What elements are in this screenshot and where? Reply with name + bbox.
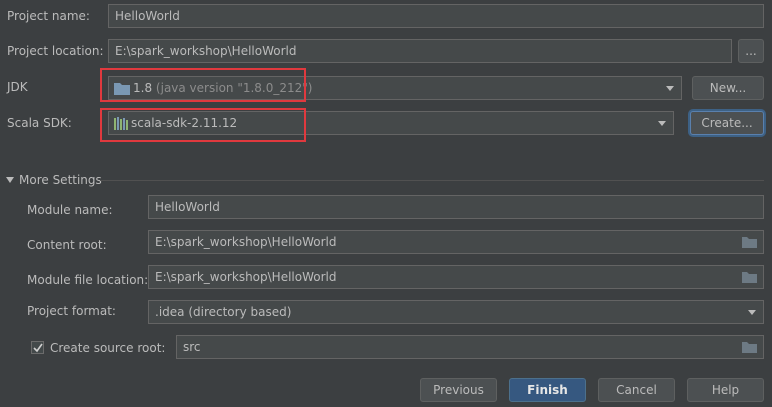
more-settings-divider [100, 180, 764, 181]
project-location-input[interactable]: E:\spark_workshop\HelloWorld [108, 39, 732, 63]
module-file-location-label: Module file location: [27, 273, 149, 287]
content-root-label: Content root: [27, 238, 107, 252]
source-root-value: src [183, 340, 201, 354]
finish-button[interactable]: Finish [509, 378, 586, 402]
checkmark-icon [33, 343, 43, 353]
module-name-label: Module name: [27, 203, 113, 217]
project-format-select[interactable]: .idea (directory based) [148, 300, 764, 324]
create-scala-sdk-button[interactable]: Create... [690, 111, 764, 135]
project-location-label: Project location: [7, 44, 104, 58]
help-button[interactable]: Help [687, 378, 764, 402]
project-format-label: Project format: [27, 304, 116, 318]
project-name-label: Project name: [7, 9, 90, 23]
create-source-root-label[interactable]: Create source root: [50, 340, 165, 356]
folder-browse-icon[interactable] [742, 237, 757, 248]
module-file-location-input[interactable]: E:\spark_workshop\HelloWorld [148, 265, 764, 289]
project-format-value: .idea (directory based) [155, 305, 292, 319]
scala-sdk-label: Scala SDK: [7, 116, 72, 130]
project-name-input[interactable]: HelloWorld [108, 4, 764, 28]
more-settings-title[interactable]: More Settings [19, 172, 102, 188]
module-file-location-value: E:\spark_workshop\HelloWorld [155, 270, 337, 284]
folder-browse-icon[interactable] [742, 342, 757, 353]
folder-browse-icon[interactable] [742, 272, 757, 283]
module-name-input[interactable]: HelloWorld [148, 195, 764, 219]
source-root-input[interactable]: src [176, 335, 764, 359]
previous-button[interactable]: Previous [420, 378, 497, 402]
scala-sdk-highlight-box [100, 108, 306, 142]
content-root-value: E:\spark_workshop\HelloWorld [155, 235, 337, 249]
jdk-highlight-box [100, 68, 306, 102]
content-root-input[interactable]: E:\spark_workshop\HelloWorld [148, 230, 764, 254]
chevron-down-icon [666, 86, 674, 91]
chevron-down-icon [748, 310, 756, 315]
browse-location-button[interactable]: ... [738, 39, 764, 63]
new-jdk-button[interactable]: New... [692, 76, 764, 100]
create-source-root-checkbox[interactable] [31, 341, 44, 354]
collapse-triangle-icon[interactable] [6, 176, 14, 184]
chevron-down-icon [658, 121, 666, 126]
jdk-label: JDK [7, 80, 28, 94]
cancel-button[interactable]: Cancel [598, 378, 675, 402]
